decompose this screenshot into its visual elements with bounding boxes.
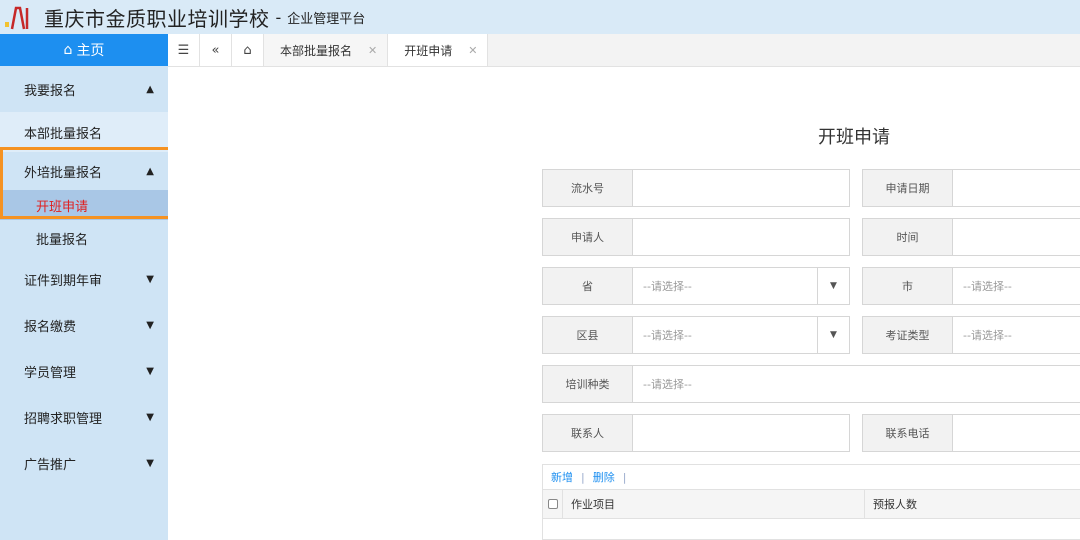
- delete-row-link[interactable]: 删除: [593, 469, 615, 485]
- home-label: 主页: [76, 43, 105, 59]
- app-title: 重庆市金质职业培训学校: [44, 6, 270, 31]
- field-label: 申请日期: [863, 170, 953, 206]
- sidebar-item-ads[interactable]: 广告推广 ▼: [0, 440, 168, 486]
- applicant-field: 申请人: [542, 218, 850, 256]
- job-items-table: 新增 | 删除 | 作业项目 预报人数: [542, 464, 1080, 540]
- close-icon[interactable]: ✕: [368, 44, 377, 57]
- top-header: 重庆市金质职业培训学校 - 企业管理平台: [0, 0, 1080, 34]
- field-label: 省: [543, 268, 633, 304]
- sidebar-item-label: 报名缴费: [24, 319, 77, 335]
- sidebar-item-external-batch[interactable]: 外培批量报名 ▲: [0, 152, 168, 190]
- sidebar-item-label: 证件到期年审: [24, 273, 103, 289]
- city-select[interactable]: 市 --请选择--: [862, 267, 1080, 305]
- caret-down-icon: ▼: [146, 457, 154, 469]
- column-header-expected-count: 预报人数: [873, 498, 917, 511]
- time-input[interactable]: [953, 219, 1080, 255]
- contact-phone-field: 联系电话: [862, 414, 1080, 452]
- contact-phone-input[interactable]: [953, 415, 1080, 451]
- home-tab-icon[interactable]: ⌂: [232, 34, 264, 66]
- caret-down-icon: ▼: [146, 273, 154, 285]
- district-select[interactable]: 区县 --请选择-- ▼: [542, 316, 850, 354]
- cert-type-select[interactable]: 考证类型 --请选择--: [862, 316, 1080, 354]
- field-label: 联系电话: [863, 415, 953, 451]
- main-content: 开班申请 流水号 申请日期 申请人 时间 省 --请选择-- ▼ 市 --请选择…: [168, 68, 1080, 540]
- sidebar-item-label: 本部批量报名: [24, 126, 103, 142]
- caret-up-icon: ▲: [146, 83, 154, 95]
- apply-date-field: 申请日期: [862, 169, 1080, 207]
- sidebar-item-label: 开班申请: [36, 199, 89, 215]
- sidebar-item-recruitment[interactable]: 招聘求职管理 ▼: [0, 394, 168, 440]
- applicant-input[interactable]: [633, 219, 849, 255]
- add-row-link[interactable]: 新增: [551, 469, 573, 485]
- field-label: 培训种类: [543, 366, 633, 402]
- sidebar-item-label: 招聘求职管理: [24, 411, 103, 427]
- district-value: --请选择--: [643, 329, 692, 342]
- sidebar-item-label: 学员管理: [24, 365, 77, 381]
- close-icon[interactable]: ✕: [468, 44, 477, 57]
- sidebar-item-label: 外培批量报名: [24, 165, 103, 181]
- cert-type-value: --请选择--: [963, 329, 1012, 342]
- contact-input[interactable]: [633, 415, 849, 451]
- home-button[interactable]: ⌂ 主页: [0, 34, 168, 66]
- field-label: 申请人: [543, 219, 633, 255]
- field-label: 流水号: [543, 170, 633, 206]
- province-select[interactable]: 省 --请选择-- ▼: [542, 267, 850, 305]
- sidebar-item-internal-batch[interactable]: 本部批量报名: [0, 112, 168, 152]
- sidebar-item-payment[interactable]: 报名缴费 ▼: [0, 302, 168, 348]
- tab-label: 开班申请: [404, 43, 453, 58]
- sidebar: ⌂ 主页 我要报名 ▲ 本部批量报名 外培批量报名 ▲ 开班申请 批量报名 证件…: [0, 34, 168, 540]
- menu-toggle-icon[interactable]: ☰: [168, 34, 200, 66]
- field-label: 联系人: [543, 415, 633, 451]
- tab-label: 本部批量报名: [280, 43, 353, 58]
- field-label: 区县: [543, 317, 633, 353]
- field-label: 市: [863, 268, 953, 304]
- tab-internal-batch[interactable]: 本部批量报名 ✕: [264, 34, 389, 66]
- caret-down-icon[interactable]: ▼: [817, 268, 849, 304]
- apply-date-input[interactable]: [953, 170, 1080, 206]
- sidebar-item-label: 批量报名: [36, 232, 89, 248]
- time-field: 时间: [862, 218, 1080, 256]
- sidebar-item-register[interactable]: 我要报名 ▲: [0, 66, 168, 112]
- training-type-value: --请选择--: [643, 378, 692, 391]
- caret-down-icon: ▼: [146, 411, 154, 423]
- province-value: --请选择--: [643, 280, 692, 293]
- tab-open-class[interactable]: 开班申请 ✕: [388, 34, 489, 66]
- serial-no-input[interactable]: [633, 170, 849, 206]
- caret-down-icon[interactable]: ▼: [817, 317, 849, 353]
- checkbox-icon: [547, 499, 558, 509]
- sidebar-item-students[interactable]: 学员管理 ▼: [0, 348, 168, 394]
- field-label: 考证类型: [863, 317, 953, 353]
- toolbar-separator: |: [622, 470, 627, 484]
- page-title: 开班申请: [818, 127, 890, 148]
- serial-no-field: 流水号: [542, 169, 850, 207]
- training-type-select[interactable]: 培训种类 --请选择--: [542, 365, 1080, 403]
- title-separator: -: [275, 7, 282, 27]
- app-subtitle: 企业管理平台: [287, 11, 366, 27]
- caret-down-icon: ▼: [146, 319, 154, 331]
- sidebar-subitem-open-class[interactable]: 开班申请: [0, 190, 168, 220]
- field-label: 时间: [863, 219, 953, 255]
- tab-bar: ☰ « ⌂ 本部批量报名 ✕ 开班申请 ✕: [168, 34, 1080, 67]
- sidebar-item-label: 广告推广: [24, 457, 77, 473]
- toolbar-separator: |: [581, 470, 585, 484]
- city-value: --请选择--: [963, 280, 1012, 293]
- home-icon: ⌂: [63, 42, 73, 58]
- caret-down-icon: ▼: [146, 365, 154, 377]
- table-header: 作业项目 预报人数: [543, 489, 1080, 519]
- sidebar-item-label: 我要报名: [24, 83, 77, 99]
- column-header-job-item: 作业项目: [563, 490, 865, 518]
- sidebar-item-cert-renewal[interactable]: 证件到期年审 ▼: [0, 256, 168, 302]
- school-logo-icon: [5, 6, 29, 30]
- select-all-checkbox[interactable]: [543, 490, 563, 518]
- table-toolbar: 新增 | 删除 |: [543, 465, 1080, 489]
- sidebar-subitem-batch-register[interactable]: 批量报名: [0, 220, 168, 256]
- caret-up-icon: ▲: [146, 165, 154, 177]
- double-chevron-left-icon[interactable]: «: [200, 34, 232, 66]
- contact-field: 联系人: [542, 414, 850, 452]
